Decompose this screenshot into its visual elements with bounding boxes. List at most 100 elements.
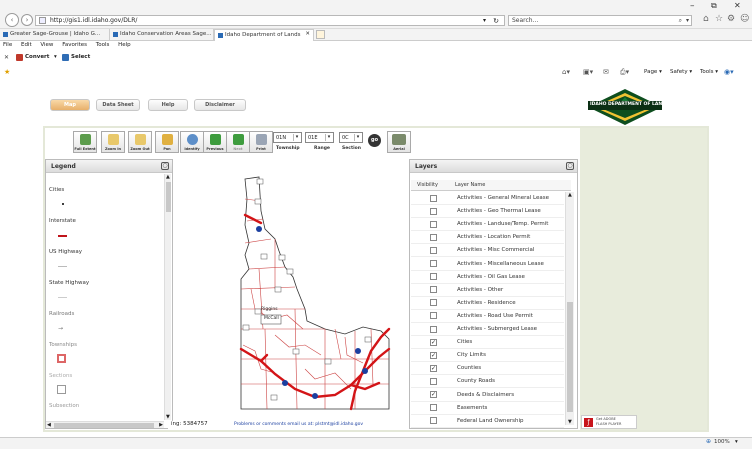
layer-visibility-checkbox[interactable] xyxy=(430,312,437,320)
menu-favorites[interactable]: Favorites xyxy=(62,42,87,48)
identify-button[interactable]: Identify xyxy=(180,131,204,153)
layer-visibility-checkbox[interactable]: ✓ xyxy=(430,364,437,372)
layer-visibility-checkbox[interactable] xyxy=(430,404,437,412)
township-select[interactable]: 01N ▾ xyxy=(273,132,302,143)
forward-button[interactable]: › xyxy=(21,14,33,26)
back-button[interactable]: ‹ xyxy=(5,13,19,27)
scroll-thumb[interactable] xyxy=(166,182,171,212)
layer-visibility-checkbox[interactable]: ✓ xyxy=(430,351,437,359)
settings-gear-icon[interactable]: ⚙ xyxy=(727,14,735,24)
layers-collapse-icon[interactable]: ○ xyxy=(566,162,574,170)
layer-row[interactable]: Activities - Misc Commercial xyxy=(411,244,564,258)
pan-button[interactable]: Pan xyxy=(155,131,179,153)
help-cmd-icon[interactable]: ◉▾ xyxy=(724,68,734,76)
legend-scrollbar[interactable]: ▲ ▼ xyxy=(164,174,171,420)
scroll-down-icon[interactable]: ▼ xyxy=(166,414,170,420)
layer-visibility-checkbox[interactable] xyxy=(430,233,437,241)
close-icon[interactable]: ✕ xyxy=(734,1,741,10)
map-view[interactable]: McCall Riggins xyxy=(175,159,407,421)
convert-dropdown-icon[interactable]: ▾ xyxy=(54,54,57,60)
layer-row[interactable]: ✓ Counties xyxy=(411,362,564,376)
layer-row[interactable]: Activities - Landuse/Temp. Permit xyxy=(411,218,564,232)
menu-tools[interactable]: Tools xyxy=(96,42,110,48)
layer-visibility-checkbox[interactable]: ✓ xyxy=(430,391,437,398)
layer-row[interactable]: Activities - Miscellaneous Lease xyxy=(411,258,564,271)
layer-row[interactable]: Activities - General Mineral Lease xyxy=(411,192,564,205)
search-dropdown-icon[interactable]: ▾ xyxy=(686,16,689,26)
previous-button[interactable]: Previous xyxy=(203,131,227,153)
scroll-left-icon[interactable]: ◀ xyxy=(47,422,51,428)
layer-row[interactable]: ✓ City Limits xyxy=(411,349,564,363)
menu-edit[interactable]: Edit xyxy=(21,42,32,48)
layer-visibility-checkbox[interactable] xyxy=(430,273,437,281)
refresh-icon[interactable]: ↻ xyxy=(493,16,499,26)
flash-player-badge[interactable]: ƒ Get ADOBE FLASH PLAYER xyxy=(581,415,637,429)
section-select[interactable]: 0C ▾ xyxy=(339,132,363,143)
layer-visibility-checkbox[interactable] xyxy=(430,299,437,307)
convert-button[interactable]: Convert xyxy=(25,54,49,60)
layer-row[interactable]: ✓ Deeds & Disclaimers xyxy=(411,389,564,402)
layer-row[interactable]: Activities - Residence xyxy=(411,297,564,310)
layer-visibility-checkbox[interactable] xyxy=(430,377,437,385)
new-tab-button[interactable] xyxy=(316,30,325,39)
scroll-right-icon[interactable]: ▶ xyxy=(159,422,163,428)
layer-visibility-checkbox[interactable] xyxy=(430,417,437,425)
layers-scrollbar[interactable]: ▲ ▼ xyxy=(565,192,574,425)
select-button[interactable]: Select xyxy=(71,54,90,60)
tab-map[interactable]: Map xyxy=(50,99,90,111)
layer-visibility-checkbox[interactable] xyxy=(430,260,437,267)
go-button[interactable]: go xyxy=(368,134,381,147)
scroll-down-icon[interactable]: ▼ xyxy=(568,419,572,425)
tab-help[interactable]: Help xyxy=(148,99,188,111)
next-button[interactable]: Next xyxy=(226,131,250,153)
home-cmd-icon[interactable]: ⌂▾ xyxy=(562,68,570,76)
scroll-up-icon[interactable]: ▲ xyxy=(166,174,170,180)
safety-menu[interactable]: Safety ▾ xyxy=(670,69,692,75)
dropdown-arrow-icon[interactable]: ▾ xyxy=(483,16,486,26)
layer-row[interactable]: Activities - Oil Gas Lease xyxy=(411,271,564,284)
menu-file[interactable]: File xyxy=(3,42,12,48)
layer-row[interactable]: Easements xyxy=(411,402,564,415)
zoom-icon[interactable]: ⊕ xyxy=(706,438,711,445)
layer-row[interactable]: Activities - Location Permit xyxy=(411,231,564,245)
page-menu[interactable]: Page ▾ xyxy=(644,69,662,75)
contact-link[interactable]: Problems or comments email us at: plstmt… xyxy=(234,422,363,427)
browser-tab-1[interactable]: Greater Sage-Grouse | Idaho G... xyxy=(0,29,110,41)
tools-menu[interactable]: Tools ▾ xyxy=(700,69,718,75)
scroll-thumb[interactable] xyxy=(567,302,573,412)
search-input[interactable]: Search... ⌕ ▾ xyxy=(508,15,692,26)
tab-disclaimer[interactable]: Disclaimer xyxy=(194,99,246,111)
mail-icon[interactable]: ✉ xyxy=(603,68,609,76)
layer-row[interactable]: Activities - Geo Thermal Lease xyxy=(411,205,564,219)
close-toolbar-icon[interactable]: ✕ xyxy=(4,54,9,61)
zoom-in-button[interactable]: Zoom In xyxy=(101,131,125,153)
feeds-icon[interactable]: ▣▾ xyxy=(583,68,593,76)
layer-row[interactable]: ✓ Cities xyxy=(411,336,564,350)
minimize-icon[interactable]: – xyxy=(690,1,695,11)
layer-row[interactable]: Activities - Other xyxy=(411,284,564,297)
legend-hscrollbar[interactable]: ◀ ▶ xyxy=(46,421,164,428)
favorites-bar-icon[interactable]: ★ xyxy=(4,68,10,76)
layer-visibility-checkbox[interactable] xyxy=(430,286,437,294)
tab-close-icon[interactable]: ✕ xyxy=(305,31,310,37)
legend-collapse-icon[interactable]: ○ xyxy=(161,162,169,170)
url-input[interactable]: http://gis1.idl.idaho.gov/DLR/ ▾ ↻ xyxy=(35,15,505,26)
zoom-dropdown-icon[interactable]: ▾ xyxy=(735,439,738,445)
favorites-star-icon[interactable]: ☆ xyxy=(715,14,723,24)
layer-visibility-checkbox[interactable] xyxy=(430,246,437,254)
tab-data-sheet[interactable]: Data Sheet xyxy=(96,99,140,111)
full-extent-button[interactable]: Full Extent xyxy=(73,131,97,153)
browser-tab-3-active[interactable]: Idaho Department of Lands ✕ xyxy=(214,29,314,41)
layer-row[interactable]: County Roads xyxy=(411,375,564,389)
layer-visibility-checkbox[interactable] xyxy=(430,325,437,333)
aerial-button[interactable]: Aerial xyxy=(387,131,411,153)
layer-visibility-checkbox[interactable]: ✓ xyxy=(430,338,437,346)
zoom-out-button[interactable]: Zoom Out xyxy=(128,131,152,153)
layer-row[interactable]: Federal Land Ownership xyxy=(411,415,564,428)
print-button[interactable]: Print xyxy=(249,131,273,153)
zoom-level[interactable]: 100% xyxy=(714,439,730,445)
layer-row[interactable]: Activities - Submerged Lease xyxy=(411,323,564,336)
print-cmd-icon[interactable]: ⎙▾ xyxy=(620,68,629,77)
hscroll-thumb[interactable] xyxy=(54,423,154,428)
smiley-icon[interactable]: ☺ xyxy=(740,14,749,24)
